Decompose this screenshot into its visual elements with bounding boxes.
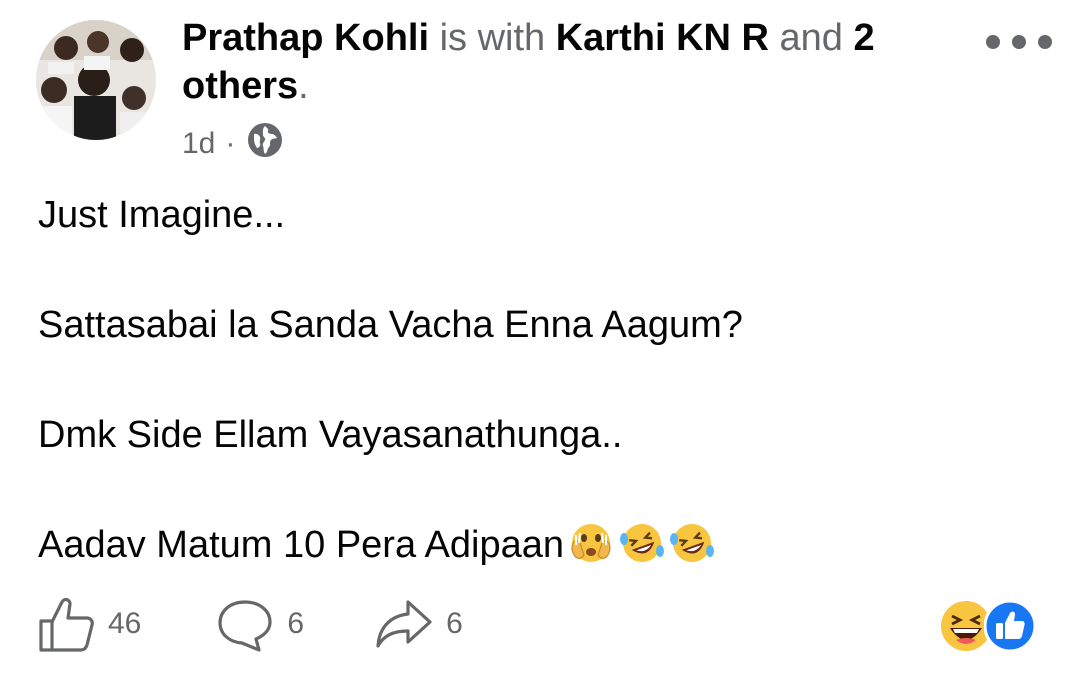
more-dot xyxy=(1012,35,1026,49)
share-button[interactable]: 6 xyxy=(374,594,463,654)
post-line: Dmk Side Ellam Vayasanathunga.. xyxy=(38,414,623,456)
with-text: is with xyxy=(439,17,546,59)
rolling-laughing-emoji-icon xyxy=(670,524,715,562)
reaction-summary[interactable] xyxy=(940,600,1040,652)
more-dot xyxy=(986,35,1000,49)
thumbs-up-icon xyxy=(39,597,94,652)
post-line: Aadav Matum 10 Pera Adipaan xyxy=(38,524,565,566)
like-button[interactable]: 46 xyxy=(36,594,141,654)
post-header: Prathap Kohli is with Karthi KN R and 2 … xyxy=(182,14,952,110)
post-line: Sattasabai la Sanda Vacha Enna Aagum? xyxy=(38,304,743,346)
post-body: Just Imagine... Sattasabai la Sanda Vach… xyxy=(38,190,1038,570)
comment-icon xyxy=(218,600,272,652)
emoji-group xyxy=(566,521,718,565)
tagged-person[interactable]: Karthi KN R xyxy=(556,17,769,59)
more-options-button[interactable] xyxy=(986,28,1052,56)
comment-button[interactable]: 6 xyxy=(215,594,304,654)
globe-icon xyxy=(247,122,283,166)
share-count: 6 xyxy=(446,607,463,640)
author-name[interactable]: Prathap Kohli xyxy=(182,17,429,59)
header-period: . xyxy=(298,65,309,107)
share-icon xyxy=(376,600,432,648)
post-time[interactable]: 1d xyxy=(182,127,215,161)
avatar-image xyxy=(36,20,156,140)
meta-separator: · xyxy=(225,127,236,160)
facebook-post: Prathap Kohli is with Karthi KN R and 2 … xyxy=(0,0,1080,685)
like-count: 46 xyxy=(108,607,142,640)
post-line-with-emoji: Aadav Matum 10 Pera Adipaan xyxy=(38,520,1038,570)
post-meta: 1d · xyxy=(182,122,283,166)
comment-count: 6 xyxy=(287,607,305,640)
and-text: and xyxy=(779,17,843,59)
post-actions: 46 6 6 xyxy=(36,594,463,654)
avatar[interactable] xyxy=(36,20,156,140)
post-line: Just Imagine... xyxy=(38,194,286,236)
like-icon xyxy=(984,600,1036,652)
face-hand-over-mouth-emoji-icon xyxy=(571,524,611,562)
more-dot xyxy=(1038,35,1052,49)
rolling-laughing-emoji-icon xyxy=(620,524,665,562)
